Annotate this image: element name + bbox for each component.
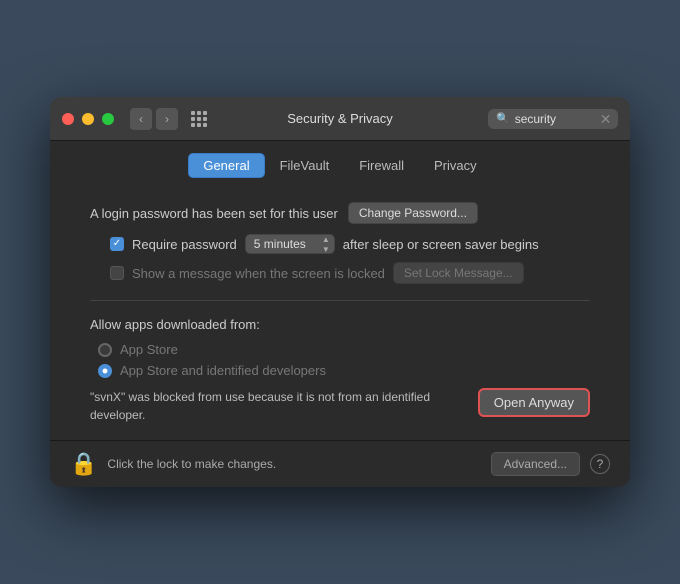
help-button[interactable]: ? [590, 454, 610, 474]
show-message-checkbox[interactable] [110, 266, 124, 280]
show-message-row: Show a message when the screen is locked… [110, 262, 590, 284]
require-password-suffix: after sleep or screen saver begins [343, 237, 539, 252]
grid-button[interactable] [186, 106, 212, 132]
search-clear-icon[interactable]: ✕ [600, 112, 612, 126]
dropdown-value: 5 minutes [254, 237, 306, 251]
lock-icon[interactable]: 🔒 [70, 451, 97, 477]
require-password-checkbox[interactable]: ✓ [110, 237, 124, 251]
radio-app-store-label: App Store [120, 342, 178, 357]
require-password-row: ✓ Require password 5 minutes ▲▼ after sl… [110, 234, 590, 254]
blocked-app-text: "svnX" was blocked from use because it i… [90, 388, 458, 424]
allow-apps-section: Allow apps downloaded from: App Store Ap… [90, 317, 590, 424]
tab-privacy[interactable]: Privacy [419, 153, 492, 178]
radio-identified-developers[interactable] [98, 364, 112, 378]
back-button[interactable]: ‹ [130, 108, 152, 130]
tabs-bar: General FileVault Firewall Privacy [50, 141, 630, 186]
require-password-label: Require password [132, 237, 237, 252]
password-time-dropdown[interactable]: 5 minutes ▲▼ [245, 234, 335, 254]
content-area: A login password has been set for this u… [50, 186, 630, 440]
minimize-button[interactable] [82, 113, 94, 125]
tab-filevault[interactable]: FileVault [265, 153, 345, 178]
set-lock-message-button: Set Lock Message... [393, 262, 524, 284]
titlebar: ‹ › Security & Privacy 🔍 ✕ [50, 97, 630, 141]
forward-button[interactable]: › [156, 108, 178, 130]
window-title: Security & Privacy [287, 111, 392, 126]
change-password-button[interactable]: Change Password... [348, 202, 478, 224]
login-password-row: A login password has been set for this u… [90, 202, 590, 224]
show-message-label: Show a message when the screen is locked [132, 266, 385, 281]
maximize-button[interactable] [102, 113, 114, 125]
traffic-lights [62, 113, 114, 125]
radio-identified-developers-row: App Store and identified developers [98, 363, 590, 378]
dropdown-arrow-icon: ▲▼ [322, 235, 330, 254]
lock-label: Click the lock to make changes. [107, 457, 480, 471]
bottombar: 🔒 Click the lock to make changes. Advanc… [50, 440, 630, 487]
advanced-button[interactable]: Advanced... [491, 452, 580, 476]
tab-firewall[interactable]: Firewall [344, 153, 419, 178]
security-privacy-window: ‹ › Security & Privacy 🔍 ✕ General FileV… [50, 97, 630, 487]
search-icon: 🔍 [496, 112, 510, 125]
search-box[interactable]: 🔍 ✕ [488, 109, 618, 129]
login-password-label: A login password has been set for this u… [90, 206, 338, 221]
search-input[interactable] [515, 112, 595, 126]
radio-identified-developers-label: App Store and identified developers [120, 363, 326, 378]
tab-general[interactable]: General [188, 153, 264, 178]
checkmark-icon: ✓ [113, 239, 121, 249]
radio-app-store[interactable] [98, 343, 112, 357]
open-anyway-button[interactable]: Open Anyway [478, 388, 590, 417]
divider [90, 300, 590, 301]
allow-apps-title: Allow apps downloaded from: [90, 317, 590, 332]
close-button[interactable] [62, 113, 74, 125]
grid-icon [191, 111, 207, 127]
nav-buttons: ‹ › [130, 108, 178, 130]
radio-app-store-row: App Store [98, 342, 590, 357]
blocked-app-row: "svnX" was blocked from use because it i… [90, 388, 590, 424]
